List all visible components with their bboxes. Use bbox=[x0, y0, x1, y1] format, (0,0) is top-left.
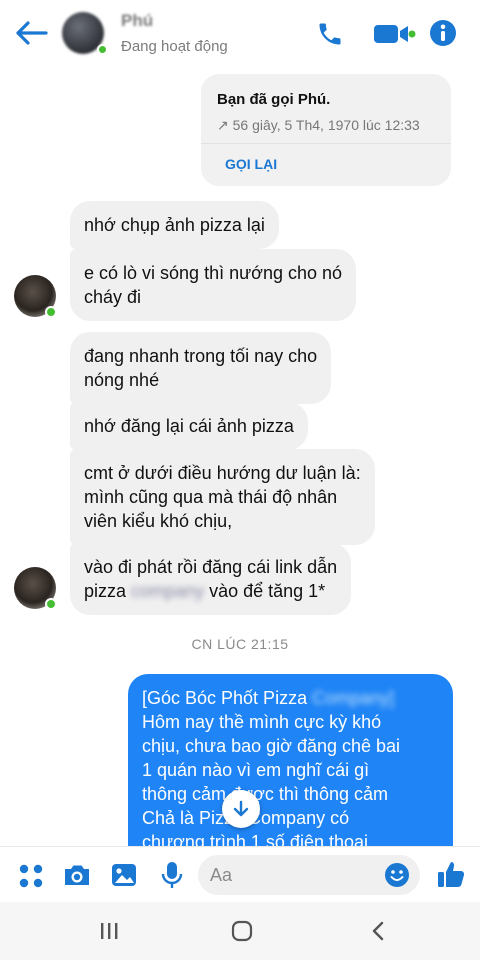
call-summary-title: Bạn đã gọi Phú. bbox=[217, 91, 331, 108]
outgoing-message[interactable]: [Góc Bóc Phốt Pizza Company] Hôm nay thề… bbox=[128, 674, 453, 846]
contact-name[interactable]: Phú bbox=[121, 11, 153, 31]
back-icon[interactable] bbox=[368, 920, 388, 947]
emoji-icon[interactable] bbox=[384, 862, 410, 893]
message-text: thông cảm được thì thông cảm bbox=[142, 784, 388, 804]
call-summary-detail: ↗ 56 giây, 5 Th4, 1970 lúc 12:33 bbox=[217, 117, 420, 133]
scroll-to-bottom-button[interactable] bbox=[222, 790, 260, 828]
message-text: chương trình 1 số điện thoại bbox=[142, 832, 368, 846]
message-text: chịu, chưa bao giờ đăng chê bai bbox=[142, 736, 401, 756]
conversation-header: Phú Đang hoạt động bbox=[0, 0, 480, 66]
message-text: nóng nhé bbox=[84, 370, 160, 390]
arrow-down-icon bbox=[233, 800, 249, 817]
camera-icon[interactable] bbox=[62, 862, 92, 893]
gallery-icon[interactable] bbox=[110, 861, 138, 894]
message-composer: Aa bbox=[0, 846, 480, 902]
message-text: mình cũng qua mà thái độ nhân bbox=[84, 487, 338, 507]
message-text: Hôm nay thề mình cực kỳ khó bbox=[142, 712, 382, 732]
thumbs-up-icon[interactable] bbox=[436, 859, 466, 894]
incoming-message[interactable]: nhớ đăng lại cái ảnh pizza bbox=[70, 402, 308, 450]
apps-icon[interactable] bbox=[18, 863, 44, 894]
message-text: pizza bbox=[84, 581, 132, 601]
contact-status: Đang hoạt động bbox=[121, 38, 228, 55]
system-navigation-bar bbox=[0, 902, 480, 960]
message-text: nhớ chụp ảnh pizza lại bbox=[84, 215, 265, 235]
incoming-message[interactable]: đang nhanh trong tối nay cho nóng nhé bbox=[70, 332, 332, 404]
message-input-placeholder: Aa bbox=[210, 865, 233, 885]
message-list[interactable]: Bạn đã gọi Phú. ↗ 56 giây, 5 Th4, 1970 l… bbox=[0, 66, 480, 846]
messenger-screen: Phú Đang hoạt động Bạn đã gọi Phú. ↗ 56 … bbox=[0, 0, 480, 960]
divider bbox=[201, 143, 451, 144]
phone-icon[interactable] bbox=[316, 20, 344, 53]
call-again-button[interactable]: GỌI LẠI bbox=[225, 156, 277, 172]
incoming-message[interactable]: e có lò vi sóng thì nướng cho nó cháy đi bbox=[70, 249, 357, 321]
message-text: nhớ đăng lại cái ảnh pizza bbox=[84, 416, 294, 436]
conversation-timestamp: CN LÚC 21:15 bbox=[191, 636, 289, 652]
message-input[interactable]: Aa bbox=[198, 855, 420, 895]
incoming-message[interactable]: cmt ở dưới điều hướng dư luận là: mình c… bbox=[70, 449, 375, 545]
video-camera-icon[interactable] bbox=[372, 22, 416, 51]
online-indicator bbox=[45, 598, 57, 610]
blurred-text: Company] bbox=[312, 688, 395, 708]
info-icon[interactable] bbox=[429, 19, 457, 52]
online-indicator bbox=[45, 306, 57, 318]
back-arrow-icon[interactable] bbox=[14, 18, 50, 48]
message-text: e có lò vi sóng thì nướng cho nó bbox=[84, 263, 343, 283]
message-text: cmt ở dưới điều hướng dư luận là: bbox=[84, 463, 361, 483]
incoming-message[interactable]: nhớ chụp ảnh pizza lại bbox=[70, 201, 279, 249]
sender-avatar[interactable] bbox=[14, 275, 57, 318]
online-indicator bbox=[97, 44, 108, 55]
incoming-message[interactable]: vào đi phát rồi đăng cái link dẫn pizza … bbox=[70, 543, 352, 615]
home-icon[interactable] bbox=[230, 920, 254, 947]
message-text: vào để tăng 1* bbox=[204, 581, 326, 601]
message-text: đang nhanh trong tối nay cho bbox=[84, 346, 318, 366]
message-text: viên kiểu khó chịu, bbox=[84, 511, 233, 531]
sender-avatar[interactable] bbox=[14, 567, 57, 610]
recent-apps-icon[interactable] bbox=[98, 920, 120, 947]
message-text: 1 quán nào vì em nghĩ cái gì bbox=[142, 760, 370, 780]
message-text: cháy đi bbox=[84, 287, 142, 307]
microphone-icon[interactable] bbox=[160, 860, 184, 895]
message-text: Chả là Pizza Company có bbox=[142, 808, 350, 828]
message-text: [Góc Bóc Phốt Pizza bbox=[142, 688, 313, 708]
message-text: vào đi phát rồi đăng cái link dẫn bbox=[84, 557, 338, 577]
blurred-text: company bbox=[131, 581, 205, 601]
call-summary-card: Bạn đã gọi Phú. ↗ 56 giây, 5 Th4, 1970 l… bbox=[201, 74, 451, 186]
